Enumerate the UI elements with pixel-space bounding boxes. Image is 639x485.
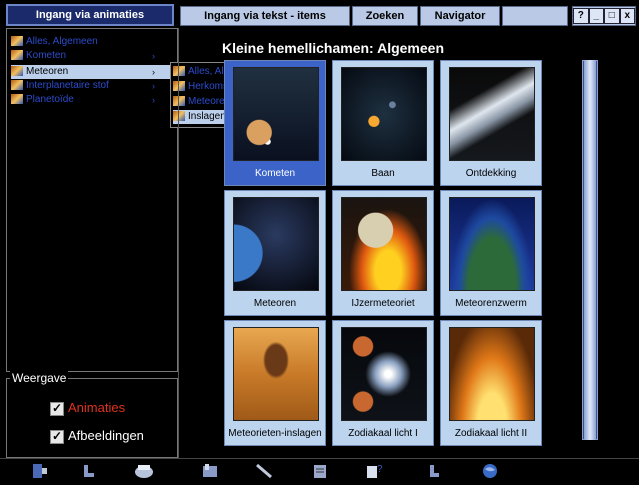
tile-caption: Ontdekking bbox=[465, 168, 517, 179]
images-label: Afbeeldingen bbox=[68, 428, 144, 443]
tile-comets[interactable]: Kometen bbox=[224, 60, 326, 186]
chevron-right-icon: › bbox=[152, 51, 155, 61]
restore-button[interactable]: □ bbox=[604, 8, 620, 24]
tile-discovery[interactable]: Ontdekking bbox=[440, 60, 542, 186]
bookmark-icon[interactable] bbox=[200, 462, 220, 480]
back-icon[interactable] bbox=[80, 462, 100, 480]
tree-item-label: Planetoïde bbox=[26, 94, 74, 105]
comet-icon bbox=[11, 66, 23, 77]
comet-icon bbox=[173, 111, 185, 122]
pointer-icon[interactable] bbox=[424, 462, 444, 480]
animations-option[interactable]: Animaties bbox=[50, 400, 125, 416]
tile-caption: Kometen bbox=[254, 168, 296, 179]
view-options-panel bbox=[6, 378, 178, 458]
tile-caption: Meteorieten-inslagen bbox=[228, 428, 322, 439]
tile-meteors[interactable]: Meteoren bbox=[224, 190, 326, 316]
discovery-thumbnail bbox=[449, 67, 535, 161]
chevron-right-icon: › bbox=[152, 81, 155, 91]
help-button[interactable]: ? bbox=[573, 8, 589, 24]
panel-divider bbox=[178, 28, 179, 458]
tile-meteor-shower[interactable]: Meteorenzwerm bbox=[440, 190, 542, 316]
tree-item-meteors[interactable]: Meteoren › bbox=[11, 65, 177, 79]
orbit-thumbnail bbox=[341, 67, 427, 161]
animations-label: Animaties bbox=[68, 400, 126, 415]
page-title: Kleine hemellichamen: Algemeen bbox=[222, 40, 444, 56]
topic-tree-panel: Alles, Algemeen Kometen › Meteoren › Inter… bbox=[6, 28, 178, 372]
comet-icon bbox=[173, 66, 185, 77]
zodiacal-light-1-thumbnail bbox=[341, 327, 427, 421]
tile-caption: Meteoren bbox=[253, 298, 297, 309]
tile-caption: IJzermeteoriet bbox=[351, 298, 415, 309]
comets-thumbnail bbox=[233, 67, 319, 161]
animations-checkbox[interactable] bbox=[50, 400, 64, 416]
help-book-icon[interactable]: ? bbox=[364, 462, 384, 480]
images-option[interactable]: Afbeeldingen bbox=[50, 428, 144, 444]
exit-icon[interactable] bbox=[30, 462, 50, 480]
globe-icon[interactable] bbox=[480, 462, 500, 480]
tree-item-label: Alles, Algemeen bbox=[26, 36, 98, 47]
chevron-right-icon: › bbox=[152, 95, 155, 105]
close-button[interactable]: x bbox=[619, 8, 635, 24]
tile-caption: Zodiakaal licht II bbox=[454, 428, 528, 439]
tree-item-comets[interactable]: Kometen › bbox=[11, 49, 177, 63]
tree-item-interplanetary-dust[interactable]: Interplanetaire stof › bbox=[11, 79, 177, 93]
comet-icon bbox=[11, 94, 23, 105]
comet-icon bbox=[11, 50, 23, 61]
tab-blank bbox=[502, 6, 568, 26]
window-controls: ? _ □ x bbox=[572, 6, 636, 26]
meteors-thumbnail bbox=[233, 197, 319, 291]
tile-zodiacal-light-1[interactable]: Zodiakaal licht I bbox=[332, 320, 434, 446]
print-icon[interactable] bbox=[134, 462, 154, 480]
view-options-title: Weergave bbox=[10, 371, 69, 385]
zodiacal-light-2-thumbnail bbox=[449, 327, 535, 421]
tree-item-label: Interplanetaire stof bbox=[26, 80, 109, 91]
scrollbar-thumb[interactable] bbox=[584, 60, 596, 440]
minimize-button[interactable]: _ bbox=[588, 8, 604, 24]
svg-text:?: ? bbox=[377, 464, 383, 475]
tools-icon[interactable] bbox=[254, 462, 274, 480]
tab-search[interactable]: Zoeken bbox=[352, 6, 418, 26]
notes-icon[interactable] bbox=[310, 462, 330, 480]
tile-zodiacal-light-2[interactable]: Zodiakaal licht II bbox=[440, 320, 542, 446]
tree-item-label: Meteoren bbox=[26, 66, 69, 77]
tile-iron-meteorite[interactable]: IJzermeteoriet bbox=[332, 190, 434, 316]
tree-item-all-general[interactable]: Alles, Algemeen bbox=[11, 35, 177, 49]
tile-caption: Zodiakaal licht I bbox=[348, 428, 418, 439]
submenu-item-label: Inslagen bbox=[188, 111, 226, 122]
meteor-shower-thumbnail bbox=[449, 197, 535, 291]
tree-item-planetoid[interactable]: Planetoïde › bbox=[11, 93, 177, 107]
tile-caption: Baan bbox=[371, 168, 395, 179]
tab-text-entry[interactable]: Ingang via tekst - items bbox=[180, 6, 350, 26]
meteorite-impacts-thumbnail bbox=[233, 327, 319, 421]
comet-icon bbox=[11, 80, 23, 91]
comet-icon bbox=[173, 96, 185, 107]
tab-animations-entry[interactable]: Ingang via animaties bbox=[6, 4, 174, 26]
tile-caption: Meteorenzwerm bbox=[455, 298, 527, 309]
tile-orbit[interactable]: Baan bbox=[332, 60, 434, 186]
comet-icon bbox=[173, 81, 185, 92]
comet-icon bbox=[11, 36, 23, 47]
tile-meteorite-impacts[interactable]: Meteorieten-inslagen bbox=[224, 320, 326, 446]
iron-meteorite-thumbnail bbox=[341, 197, 427, 291]
tab-navigator[interactable]: Navigator bbox=[420, 6, 500, 26]
tree-item-label: Kometen bbox=[26, 50, 67, 61]
images-checkbox[interactable] bbox=[50, 428, 64, 444]
chevron-right-icon: › bbox=[152, 67, 155, 77]
